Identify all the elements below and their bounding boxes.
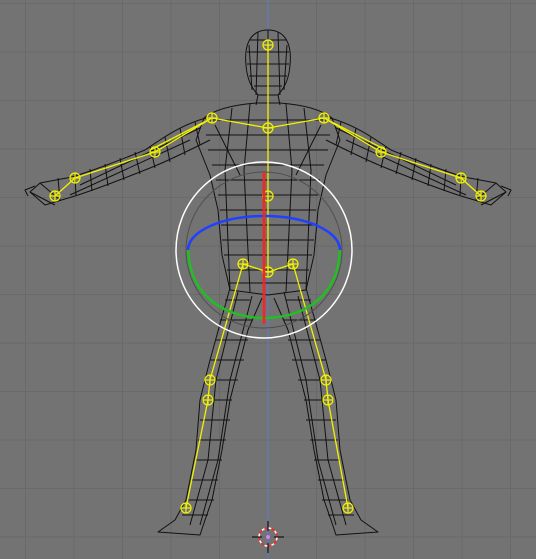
shoulder-left-joint[interactable]	[206, 112, 218, 124]
wrist-right-joint[interactable]	[455, 172, 467, 184]
3d-viewport[interactable]	[0, 0, 536, 559]
elbow-left-joint[interactable]	[149, 146, 161, 158]
3d-cursor[interactable]	[252, 521, 284, 553]
head-joint[interactable]	[262, 39, 274, 51]
hand-right-joint[interactable]	[475, 190, 487, 202]
hip-left-joint[interactable]	[237, 258, 249, 270]
hip-right-joint[interactable]	[287, 258, 299, 270]
ankle-right-joint[interactable]	[342, 502, 354, 514]
shin-left-joint[interactable]	[202, 394, 214, 406]
knee-right-joint[interactable]	[320, 374, 332, 386]
chest-joint[interactable]	[262, 122, 274, 134]
shin-right-joint[interactable]	[322, 394, 334, 406]
shoulder-right-joint[interactable]	[318, 112, 330, 124]
rotate-manipulator[interactable]	[175, 161, 353, 339]
hand-left-joint[interactable]	[49, 190, 61, 202]
elbow-right-joint[interactable]	[375, 146, 387, 158]
ankle-left-joint[interactable]	[180, 502, 192, 514]
knee-left-joint[interactable]	[204, 374, 216, 386]
wrist-left-joint[interactable]	[69, 172, 81, 184]
